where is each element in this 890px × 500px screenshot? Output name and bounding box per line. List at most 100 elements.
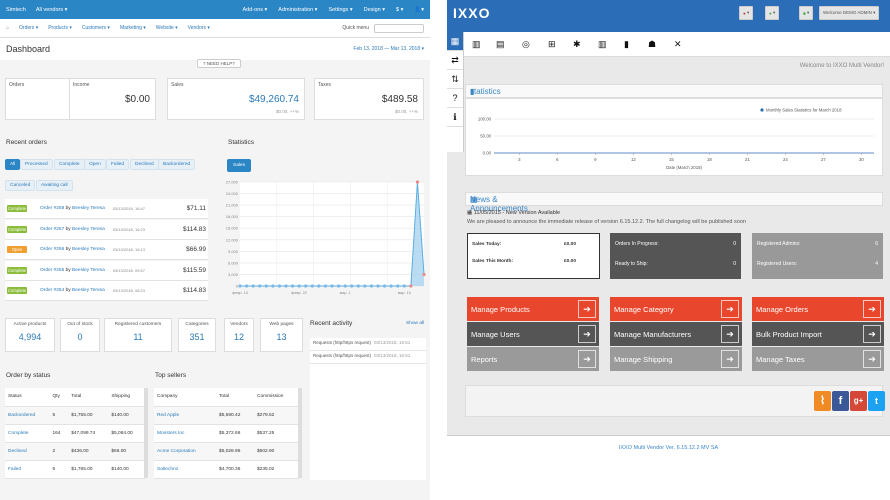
menu-currency[interactable]: $ ▾ [396, 7, 403, 13]
books-icon[interactable]: ▥ [598, 39, 607, 50]
data-point[interactable] [277, 284, 282, 288]
data-point[interactable] [264, 284, 268, 288]
swap-icon[interactable]: ⇄ [447, 51, 463, 70]
order-link[interactable]: Order #255 by Beesley Teresa [40, 268, 105, 273]
stat-box[interactable]: Categories 351 [178, 318, 216, 352]
menu-administration[interactable]: Administration ▾ [278, 7, 317, 13]
data-point[interactable] [402, 284, 406, 288]
chart-icon[interactable]: ▮ [624, 39, 629, 50]
data-point[interactable] [317, 284, 321, 288]
stat-box[interactable]: Out of stock 0 [60, 318, 100, 352]
menu-design[interactable]: Design ▾ [364, 7, 385, 13]
twitter-icon[interactable]: t [868, 391, 885, 411]
data-point[interactable] [409, 284, 413, 288]
nav-marketing[interactable]: Marketing ▾ [120, 25, 146, 31]
customer-name[interactable]: Beesley Teresa [72, 206, 105, 211]
column-header[interactable]: Shipping [108, 388, 145, 407]
order-row[interactable]: Complete Order #255 by Beesley Teresa 03/1… [5, 260, 208, 281]
manage-button[interactable]: Manage Manufacturers ➔ [610, 322, 742, 346]
order-link[interactable]: Order #254 by Beesley Teresa [40, 288, 105, 293]
order-row[interactable]: Complete Order #257 by Beesley Teresa 03/1… [5, 219, 208, 240]
trucks-icon[interactable]: ⊞ [548, 39, 556, 50]
data-point[interactable] [251, 284, 255, 288]
customer-name[interactable]: Beesley Teresa [72, 247, 105, 252]
docs-icon[interactable]: ▤ [496, 39, 505, 50]
data-point[interactable] [258, 284, 262, 288]
order-row[interactable]: Complete Order #258 by Beesley Teresa 03/1… [5, 199, 208, 219]
data-point[interactable] [376, 284, 380, 288]
order-link[interactable]: Order #258 by Beesley Teresa [40, 206, 105, 211]
show-all-link[interactable]: Show all [406, 321, 424, 326]
sales-card[interactable]: Sales $49,260.74 $0.00, ++% [167, 78, 305, 120]
order-link[interactable]: Order #256 by Beesley Teresa [40, 247, 105, 252]
customer-name[interactable]: Beesley Teresa [72, 288, 105, 293]
taxes-card[interactable]: Taxes $489.58 $0.00, ++% [314, 78, 424, 120]
data-point[interactable] [323, 284, 328, 288]
filter-all[interactable]: All [5, 159, 21, 170]
data-point[interactable] [422, 272, 426, 277]
filter-processed[interactable]: Processed [20, 159, 53, 170]
data-point[interactable] [310, 284, 314, 288]
manage-button[interactable]: Manage Taxes ➔ [752, 347, 884, 371]
data-point[interactable] [382, 284, 387, 288]
language-chip[interactable]: ■ ▾ [799, 6, 814, 20]
manage-button[interactable]: Manage Products ➔ [467, 297, 599, 321]
filter-complete[interactable]: Complete [54, 159, 85, 170]
date-range-picker[interactable]: Feb 13, 2018 — Mar 13, 2018 ▾ [353, 46, 424, 52]
data-point[interactable] [396, 284, 400, 288]
google-plus-icon[interactable]: g+ [850, 391, 867, 411]
nav-website[interactable]: Website ▾ [156, 25, 178, 31]
table-cell[interactable]: Complete [5, 424, 50, 443]
info-icon[interactable]: ℹ [447, 108, 463, 127]
user-chip[interactable]: Welcome DEMO ADMIN ▾ [819, 6, 880, 20]
grid-icon[interactable]: ▦ [447, 32, 463, 51]
column-header[interactable]: Status [5, 388, 50, 407]
table-cell[interactable]: Failed [5, 460, 50, 479]
order-number[interactable]: Order #254 [40, 288, 64, 293]
table-cell[interactable]: Red Apple [154, 406, 217, 425]
manage-button[interactable]: Manage Orders ➔ [752, 297, 884, 321]
filter-declined[interactable]: Declined [130, 159, 159, 170]
home-icon[interactable]: ⌂ [6, 25, 9, 31]
alerts-chip[interactable]: ● ▾ [739, 6, 754, 20]
data-point[interactable] [343, 284, 347, 288]
sales-button[interactable]: Sales [227, 159, 251, 172]
manage-button[interactable]: Reports ➔ [467, 347, 599, 371]
building-icon[interactable]: ▥ [472, 39, 481, 50]
swap-icon[interactable]: ⇅ [447, 70, 463, 89]
menu-settings[interactable]: Settings ▾ [328, 7, 352, 13]
order-number[interactable]: Order #256 [40, 247, 64, 252]
users-icon[interactable]: ☗ [648, 39, 656, 50]
stat-box[interactable]: Active products 4,994 [5, 318, 55, 352]
data-point[interactable] [389, 284, 393, 288]
stat-box[interactable]: Vendors 12 [224, 318, 254, 352]
stat-box[interactable]: Registered customers 11 [104, 318, 172, 352]
order-number[interactable]: Order #255 [40, 268, 64, 273]
filter-canceled[interactable]: Canceled [5, 180, 36, 191]
order-number[interactable]: Order #258 [40, 206, 64, 211]
customer-name[interactable]: Beesley Teresa [72, 227, 105, 232]
brand[interactable]: Simtech [6, 7, 26, 13]
data-point[interactable] [336, 284, 341, 288]
need-help-button[interactable]: ? NEED HELP? [197, 59, 241, 68]
data-point[interactable] [238, 284, 242, 288]
filter-awaiting-call[interactable]: Awaiting call [36, 180, 73, 191]
order-link[interactable]: Order #257 by Beesley Teresa [40, 227, 105, 232]
table-cell[interactable]: Acme Corporation [154, 442, 217, 461]
order-number[interactable]: Order #257 [40, 227, 64, 232]
quick-menu[interactable]: Quick menu [342, 25, 369, 31]
search-input[interactable] [374, 23, 424, 33]
data-point[interactable] [304, 284, 308, 288]
data-point[interactable] [244, 284, 249, 288]
order-row[interactable]: Complete Order #254 by Beesley Teresa 03/1… [5, 281, 208, 301]
manage-button[interactable]: Manage Users ➔ [467, 322, 599, 346]
column-header[interactable]: Total [68, 388, 109, 407]
table-cell[interactable]: Backordered [5, 406, 50, 425]
filter-open[interactable]: Open [84, 159, 106, 170]
cog-icon[interactable]: ✱ [573, 39, 581, 50]
filter-failed[interactable]: Failed [106, 159, 130, 170]
data-point[interactable] [330, 284, 334, 288]
data-point[interactable] [363, 284, 367, 288]
column-header[interactable]: Company [154, 388, 217, 407]
data-point[interactable] [297, 284, 301, 288]
